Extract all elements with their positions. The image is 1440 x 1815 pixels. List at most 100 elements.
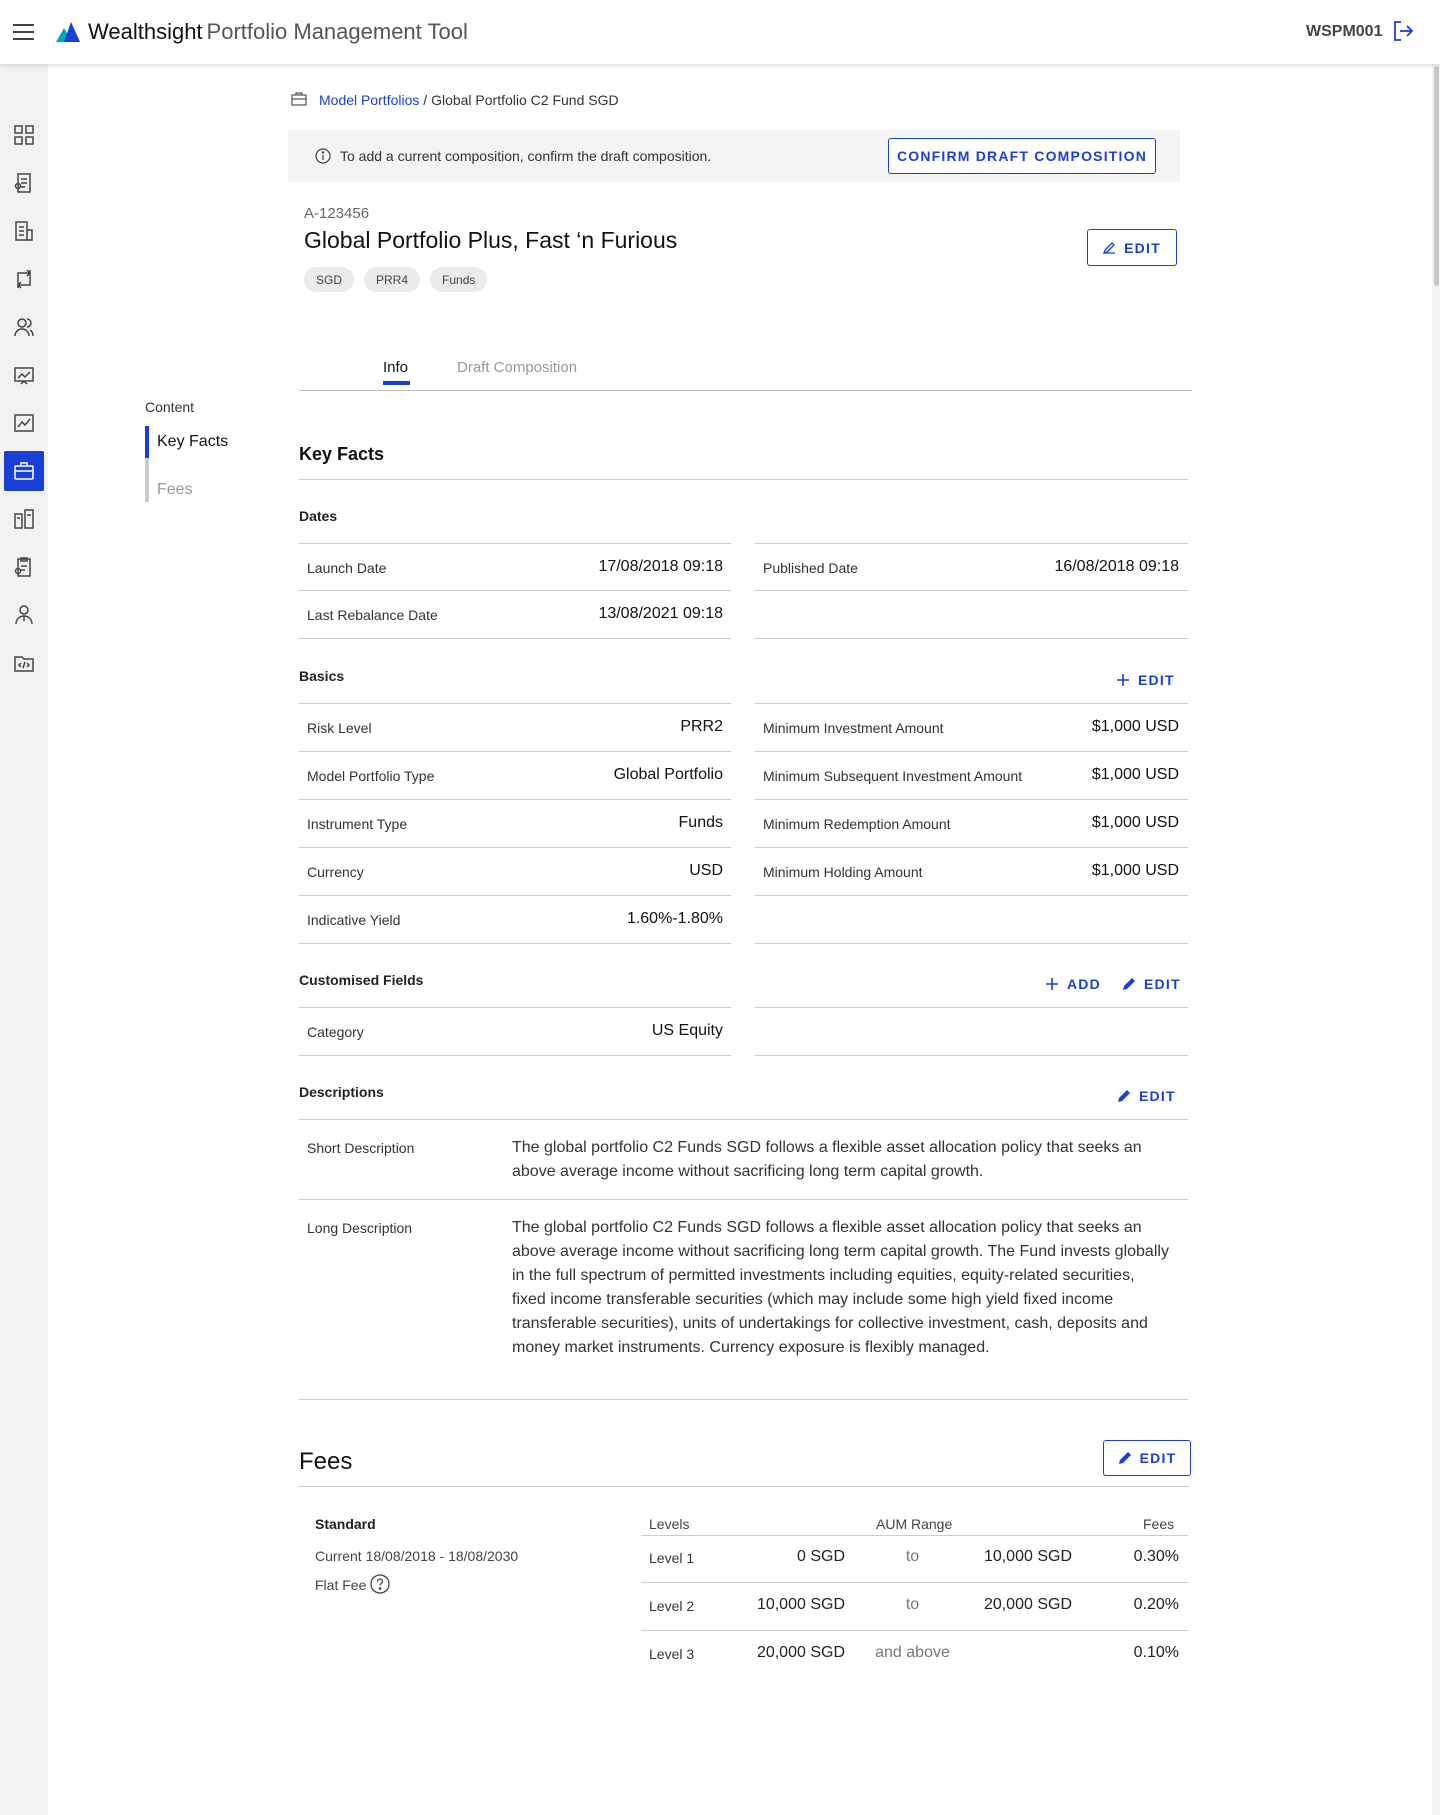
dates-section-title: Dates	[299, 508, 338, 524]
briefcase-icon[interactable]	[4, 451, 44, 491]
fee-plan-period: Current 18/08/2018 - 18/08/2030	[315, 1548, 519, 1564]
fund-comparison-icon[interactable]	[4, 499, 44, 539]
minimum-investment-amount-value: $1,000 USD	[1091, 718, 1179, 735]
pencil-icon	[1103, 242, 1116, 254]
minimum-redemption-amount-value: $1,000 USD	[1091, 814, 1179, 831]
instrument-type-value: Funds	[678, 814, 723, 831]
user-id: WSPM001	[1306, 23, 1383, 40]
fee-level-label: Level 3	[649, 1646, 695, 1662]
customised-fields-section-title: Customised Fields	[299, 972, 424, 988]
divider	[755, 703, 1188, 704]
risk-level-label: Risk Level	[307, 720, 372, 736]
help-icon[interactable]	[370, 1574, 390, 1594]
fee-rate: 0.10%	[1133, 1644, 1179, 1661]
divider	[641, 1535, 1188, 1536]
divider	[299, 543, 731, 544]
divider	[299, 1007, 731, 1008]
confirm-draft-composition-button[interactable]: CONFIRM DRAFT COMPOSITION	[888, 138, 1156, 174]
nav-rail	[0, 64, 48, 1815]
risk-level-value: PRR2	[680, 718, 723, 735]
menu-icon[interactable]	[13, 24, 34, 40]
currency-value: USD	[689, 862, 723, 879]
edit-custom-fields-button[interactable]: EDIT	[1122, 976, 1181, 992]
currency-label: Currency	[307, 864, 364, 880]
short-description-label: Short Description	[307, 1140, 415, 1156]
clipboard-icon[interactable]	[4, 547, 44, 587]
presentation-chart-icon[interactable]	[4, 355, 44, 395]
tab-draft-composition[interactable]: Draft Composition	[457, 359, 577, 376]
wealthsight-logo-icon	[56, 22, 80, 42]
long-description-text: The global portfolio C2 Funds SGD follow…	[512, 1219, 1169, 1356]
minimum-holding-amount-label: Minimum Holding Amount	[763, 864, 923, 880]
fee-level-label: Level 1	[649, 1550, 695, 1566]
portfolio-id: A-123456	[304, 205, 370, 222]
edit-basics-button[interactable]: EDIT	[1116, 672, 1175, 688]
breadcrumb-link-model-portfolios[interactable]: Model Portfolios	[319, 92, 419, 108]
page-scrollbar[interactable]	[1432, 64, 1440, 1815]
long-description-label: Long Description	[307, 1220, 413, 1236]
fee-rate: 0.20%	[1133, 1596, 1179, 1613]
scrollbar-thumb[interactable]	[1434, 66, 1439, 286]
breadcrumb: Model Portfolios / Global Portfolio C2 F…	[319, 92, 619, 108]
minimum-investment-amount-label: Minimum Investment Amount	[763, 720, 944, 736]
divider	[299, 1199, 1188, 1200]
minimum-redemption-amount-label: Minimum Redemption Amount	[763, 816, 951, 832]
edit-fees-button[interactable]: EDIT	[1103, 1440, 1191, 1476]
divider	[299, 590, 731, 591]
pencil-icon	[1123, 978, 1135, 990]
toc-item-key-facts[interactable]: Key Facts	[157, 433, 228, 451]
edit-portfolio-button[interactable]: EDIT	[1087, 229, 1177, 266]
document-list-icon[interactable]	[4, 163, 44, 203]
fee-range-separator: and above	[875, 1644, 950, 1661]
pencil-icon	[1118, 1452, 1131, 1464]
category-label: Category	[307, 1024, 364, 1040]
tab-info[interactable]: Info	[383, 359, 408, 376]
divider	[299, 799, 731, 800]
users-icon[interactable]	[4, 307, 44, 347]
divider	[755, 543, 1188, 544]
fee-range-from: 20,000 SGD	[756, 1644, 845, 1661]
exchange-icon[interactable]	[4, 259, 44, 299]
column-header-fees: Fees	[1143, 1516, 1175, 1532]
toc-item-fees[interactable]: Fees	[157, 481, 193, 499]
fee-range-from: 10,000 SGD	[756, 1596, 845, 1613]
advisor-icon[interactable]	[4, 595, 44, 635]
divider	[755, 590, 1188, 591]
published-date-value: 16/08/2018 09:18	[1054, 558, 1179, 575]
divider	[299, 943, 731, 944]
divider	[641, 1582, 1188, 1583]
banner-message: To add a current composition, confirm th…	[340, 148, 712, 164]
divider	[299, 1399, 1188, 1400]
published-date-label: Published Date	[763, 560, 858, 576]
basics-section-title: Basics	[299, 668, 345, 684]
key-facts-title: Key Facts	[299, 444, 385, 464]
divider	[299, 479, 1188, 480]
fee-type: Flat Fee	[315, 1577, 367, 1593]
dashboard-icon[interactable]	[4, 115, 44, 155]
model-portfolio-type-value: Global Portfolio	[613, 766, 723, 783]
tag-chip: Funds	[430, 267, 488, 292]
model-portfolio-type-label: Model Portfolio Type	[307, 768, 435, 784]
edit-label: EDIT	[1144, 976, 1181, 992]
divider	[755, 1055, 1188, 1056]
divider	[299, 703, 731, 704]
divider	[755, 1007, 1188, 1008]
fee-range-from: 0 SGD	[796, 1548, 845, 1565]
line-chart-icon[interactable]	[4, 403, 44, 443]
toc-heading: Content	[145, 399, 195, 415]
add-custom-field-button[interactable]: ADD	[1045, 976, 1101, 992]
fee-range-to: 20,000 SGD	[983, 1596, 1072, 1613]
divider	[755, 895, 1188, 896]
report-icon[interactable]	[4, 211, 44, 251]
edit-descriptions-button[interactable]: EDIT	[1117, 1088, 1176, 1104]
tab-active-indicator	[383, 381, 410, 385]
logout-icon[interactable]	[1392, 20, 1414, 42]
divider	[299, 1119, 1188, 1120]
app-title: Wealthsight Portfolio Management Tool	[88, 19, 468, 44]
info-icon	[315, 148, 331, 164]
tag-chip: SGD	[304, 267, 355, 292]
code-folder-icon[interactable]	[4, 643, 44, 683]
breadcrumb-separator: /	[423, 92, 428, 108]
fee-plan-name: Standard	[315, 1516, 376, 1532]
pencil-icon	[1118, 1090, 1130, 1102]
